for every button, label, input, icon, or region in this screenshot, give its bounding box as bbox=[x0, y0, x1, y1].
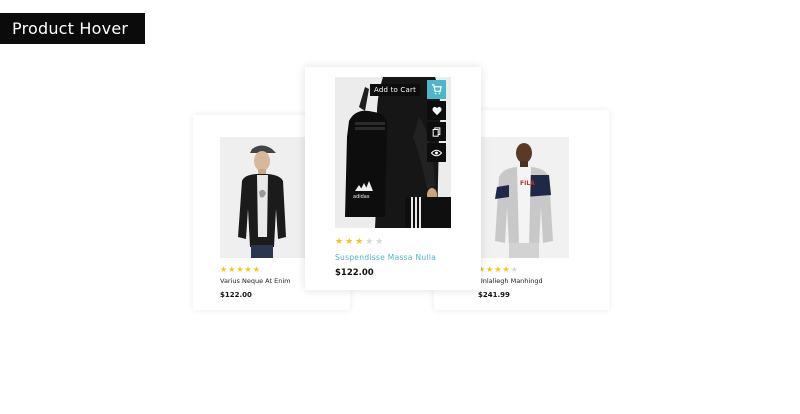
product-card-2[interactable]: adidas Add to Cart ★★★★★ Suspendisse Mas… bbox=[305, 67, 481, 290]
eye-icon bbox=[431, 149, 442, 156]
svg-text:adidas: adidas bbox=[353, 194, 370, 200]
compare-icon bbox=[432, 126, 441, 137]
product-name[interactable]: Unlaliegh Manhingd bbox=[478, 277, 543, 285]
product-price: $122.00 bbox=[335, 268, 374, 278]
product-image-3[interactable]: FILA bbox=[479, 137, 569, 258]
star-empty-icon: ★★ bbox=[365, 237, 386, 247]
section-title-badge: Product Hover bbox=[0, 13, 145, 44]
product-name[interactable]: Suspendisse Massa Nulla bbox=[335, 253, 436, 262]
wishlist-button[interactable] bbox=[427, 101, 446, 120]
star-icon: ★★★★★ bbox=[220, 265, 261, 274]
heart-icon bbox=[431, 106, 442, 115]
quick-view-button[interactable] bbox=[427, 143, 446, 162]
product-price: $241.99 bbox=[478, 291, 510, 299]
star-icon: ★★★ bbox=[335, 237, 366, 247]
rating-stars: ★★★★★ bbox=[220, 265, 261, 274]
product-name[interactable]: Varius Neque At Enim bbox=[220, 277, 290, 285]
svg-text:FILA: FILA bbox=[520, 180, 535, 187]
section-title: Product Hover bbox=[12, 19, 129, 38]
add-to-cart-tooltip: Add to Cart bbox=[370, 84, 421, 96]
star-icon: ★★★★ bbox=[478, 265, 511, 274]
product-image-1[interactable] bbox=[220, 137, 305, 258]
rating-stars: ★★★★★ bbox=[478, 265, 519, 274]
product-price: $122.00 bbox=[220, 291, 252, 299]
hover-actions bbox=[427, 80, 446, 164]
star-empty-icon: ★ bbox=[510, 265, 519, 274]
add-to-cart-button[interactable] bbox=[427, 80, 446, 99]
compare-button[interactable] bbox=[427, 122, 446, 141]
rating-stars: ★★★★★ bbox=[335, 237, 385, 247]
cart-icon bbox=[431, 84, 442, 95]
